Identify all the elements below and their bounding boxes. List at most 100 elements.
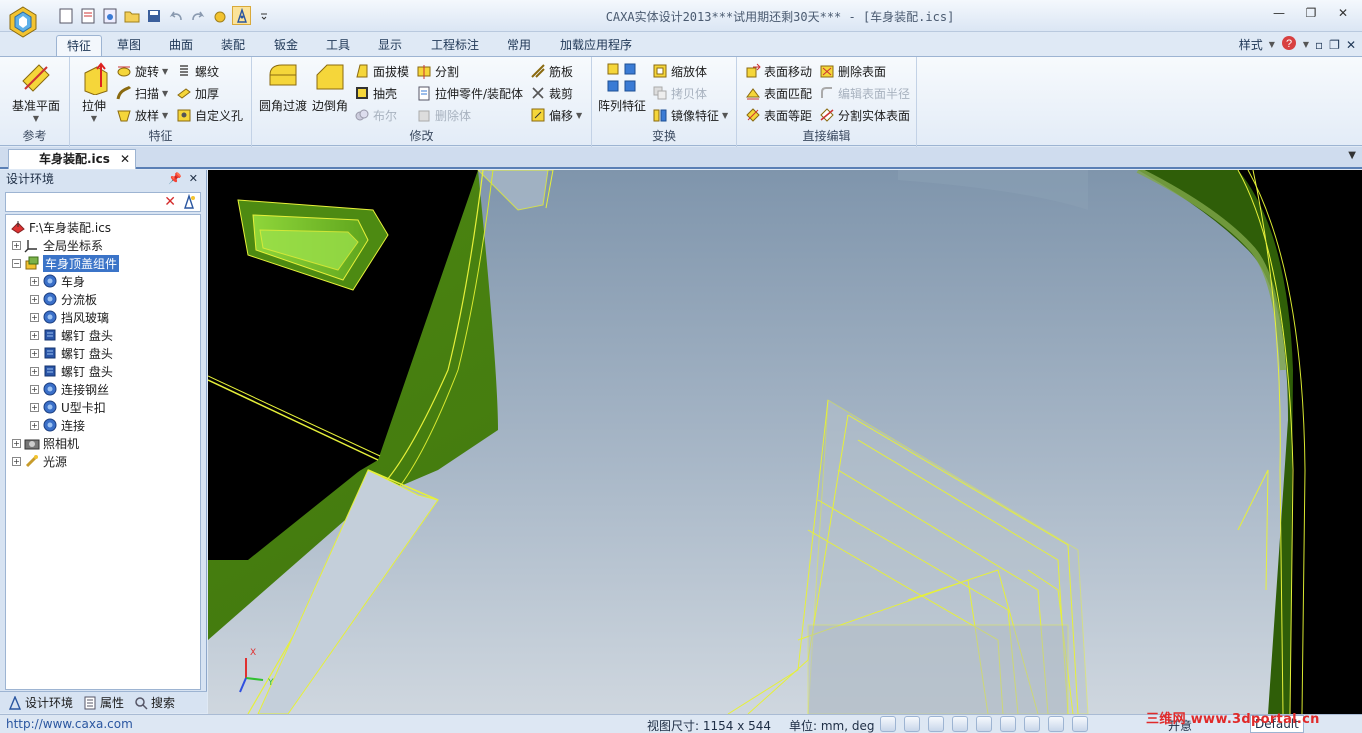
tab-search[interactable]: 搜索: [134, 694, 175, 711]
doc-close-icon[interactable]: ✕: [1346, 38, 1356, 52]
offset-button[interactable]: 偏移 ▼: [530, 105, 582, 125]
boolean-button[interactable]: 布尔: [354, 105, 397, 125]
thread-button[interactable]: 螺纹: [176, 61, 219, 81]
tab-annotation[interactable]: 工程标注: [421, 35, 489, 56]
datum-plane-button[interactable]: 基准平面 ▼: [8, 61, 64, 123]
edit-face-radius-button[interactable]: 编辑表面半径: [819, 83, 910, 103]
doc-restore-icon[interactable]: ❐: [1329, 38, 1340, 52]
tree-expand-icon[interactable]: +: [30, 366, 39, 376]
tab-assembly[interactable]: 装配: [211, 35, 255, 56]
split-button[interactable]: 分割: [416, 61, 459, 81]
document-list-dropdown-icon[interactable]: ▼: [1348, 150, 1356, 161]
tab-addins[interactable]: 加载应用程序: [550, 35, 642, 56]
revolve-button[interactable]: 旋转 ▼: [116, 61, 168, 81]
3d-viewport[interactable]: X Y: [208, 170, 1362, 714]
tab-properties[interactable]: 属性: [83, 694, 124, 711]
tree-expand-icon[interactable]: +: [12, 456, 21, 466]
thicken-button[interactable]: 加厚: [176, 83, 219, 103]
tree-item[interactable]: + 螺钉 盘头: [30, 362, 113, 380]
tab-display[interactable]: 显示: [368, 35, 412, 56]
dynamic-rotate-icon[interactable]: [976, 716, 992, 732]
tree-item[interactable]: + U型卡扣: [30, 398, 106, 416]
delete-body-button[interactable]: 删除体: [416, 105, 471, 125]
rib-button[interactable]: 筋板: [530, 61, 573, 81]
tree-item[interactable]: + 光源: [12, 452, 67, 470]
close-icon[interactable]: ✕: [1334, 6, 1352, 22]
pull-part-button[interactable]: 拉伸零件/装配体: [416, 83, 523, 103]
panel-close-icon[interactable]: ✕: [189, 170, 198, 188]
box-view-icon[interactable]: [1048, 716, 1064, 732]
tab-design-env[interactable]: 设计环境: [8, 694, 73, 711]
loft-button[interactable]: 放样 ▼: [116, 105, 168, 125]
shading-icon[interactable]: [1000, 716, 1016, 732]
draft-button[interactable]: 面拔模: [354, 61, 409, 81]
scale-body-button[interactable]: 缩放体: [652, 61, 707, 81]
tree-filter-input[interactable]: ✕: [5, 192, 201, 212]
tree-expand-icon[interactable]: +: [30, 402, 39, 412]
style-menu[interactable]: 样式: [1239, 36, 1263, 53]
save-icon[interactable]: [144, 6, 163, 25]
minimize-icon[interactable]: —: [1270, 6, 1288, 22]
tab-surface[interactable]: 曲面: [159, 35, 203, 56]
shell-button[interactable]: 抽壳: [354, 83, 397, 103]
tree-item[interactable]: + 连接钢丝: [30, 380, 109, 398]
restore-icon[interactable]: ❐: [1302, 6, 1320, 22]
camera-icon[interactable]: [1072, 716, 1088, 732]
tree-expand-icon[interactable]: +: [30, 420, 39, 430]
doc-minimize-icon[interactable]: ▫: [1315, 38, 1323, 52]
chamfer-button[interactable]: 边倒角: [310, 61, 350, 114]
trim-button[interactable]: 裁剪: [530, 83, 573, 103]
tab-tools[interactable]: 工具: [316, 35, 360, 56]
undo-icon[interactable]: [166, 6, 185, 25]
filter-options-icon[interactable]: [181, 193, 197, 213]
mirror-feature-button[interactable]: 镜像特征 ▼: [652, 105, 728, 125]
tree-item[interactable]: + 分流板: [30, 290, 97, 308]
redo-icon[interactable]: [188, 6, 207, 25]
zoom-icon[interactable]: [880, 716, 896, 732]
new-drawing-icon[interactable]: [78, 6, 97, 25]
tab-sheetmetal[interactable]: 钣金: [264, 35, 308, 56]
move-face-button[interactable]: 表面移动: [745, 61, 812, 81]
tree-item[interactable]: − 车身顶盖组件: [12, 254, 120, 272]
tree-expand-icon[interactable]: +: [30, 330, 39, 340]
smart-render-icon[interactable]: [1024, 716, 1040, 732]
document-close-icon[interactable]: ✕: [120, 150, 130, 169]
tree-expand-icon[interactable]: +: [12, 438, 21, 448]
tree-item[interactable]: + 螺钉 盘头: [30, 326, 113, 344]
document-tab[interactable]: 车身装配.ics ✕: [8, 149, 136, 169]
pattern-button[interactable]: 阵列特征: [596, 61, 648, 114]
render-mode-icon[interactable]: [952, 716, 968, 732]
tree-expand-icon[interactable]: +: [12, 240, 21, 250]
style-dropdown-icon[interactable]: ▼: [1269, 40, 1275, 49]
tree-root[interactable]: F:\车身装配.ics: [10, 218, 111, 236]
sweep-button[interactable]: 扫描 ▼: [116, 83, 168, 103]
face-select-icon[interactable]: [210, 6, 229, 25]
tree-item[interactable]: + 照相机: [12, 434, 79, 452]
tree-item[interactable]: + 螺钉 盘头: [30, 344, 113, 362]
tree-item[interactable]: + 车身: [30, 272, 85, 290]
copy-body-button[interactable]: 拷贝体: [652, 83, 707, 103]
new-file-icon[interactable]: [56, 6, 75, 25]
tree-item[interactable]: + 挡风玻璃: [30, 308, 109, 326]
website-link[interactable]: http://www.caxa.com: [6, 717, 133, 731]
tree-item[interactable]: + 连接: [30, 416, 85, 434]
match-face-button[interactable]: 表面匹配: [745, 83, 812, 103]
qat-customize-icon[interactable]: [254, 6, 273, 25]
tree-expand-icon[interactable]: +: [30, 294, 39, 304]
help-icon[interactable]: ?: [1281, 35, 1297, 54]
split-solid-face-button[interactable]: 分割实体表面: [819, 105, 910, 125]
fillet-button[interactable]: 圆角过渡: [258, 61, 308, 114]
tree-expand-icon[interactable]: −: [12, 258, 21, 268]
help-dropdown-icon[interactable]: ▼: [1303, 40, 1309, 49]
tab-sketch[interactable]: 草图: [107, 35, 151, 56]
tree-item[interactable]: + 全局坐标系: [12, 236, 103, 254]
tree-expand-icon[interactable]: +: [30, 312, 39, 322]
extrude-button[interactable]: 拉伸 ▼: [76, 61, 112, 123]
tree-expand-icon[interactable]: +: [30, 384, 39, 394]
open-folder-icon[interactable]: [122, 6, 141, 25]
delete-face-button[interactable]: 删除表面: [819, 61, 886, 81]
custom-hole-button[interactable]: 自定义孔: [176, 105, 243, 125]
tree-expand-icon[interactable]: +: [30, 276, 39, 286]
tree-expand-icon[interactable]: +: [30, 348, 39, 358]
pin-icon[interactable]: 📌: [168, 170, 182, 188]
